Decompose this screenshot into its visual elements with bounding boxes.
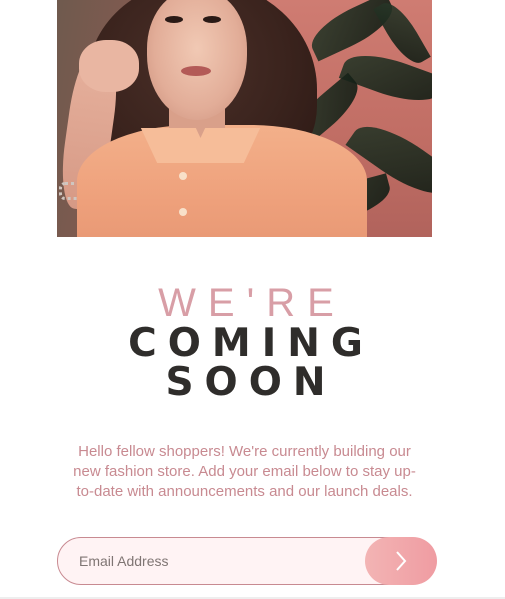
headline-were: WE'RE [158,281,346,325]
shirt-button [179,208,187,216]
chevron-right-icon [365,550,437,572]
submit-button[interactable] [365,537,437,585]
model-lips [181,66,211,76]
model-hand [79,40,139,92]
email-signup-form [57,537,437,585]
intro-text: Hello fellow shoppers! We're currently b… [73,443,416,500]
hero-image [57,0,432,237]
model-eye-right [203,16,221,23]
shirt-button [179,172,187,180]
model-eye-left [165,16,183,23]
headline-soon: SOON [165,360,337,405]
